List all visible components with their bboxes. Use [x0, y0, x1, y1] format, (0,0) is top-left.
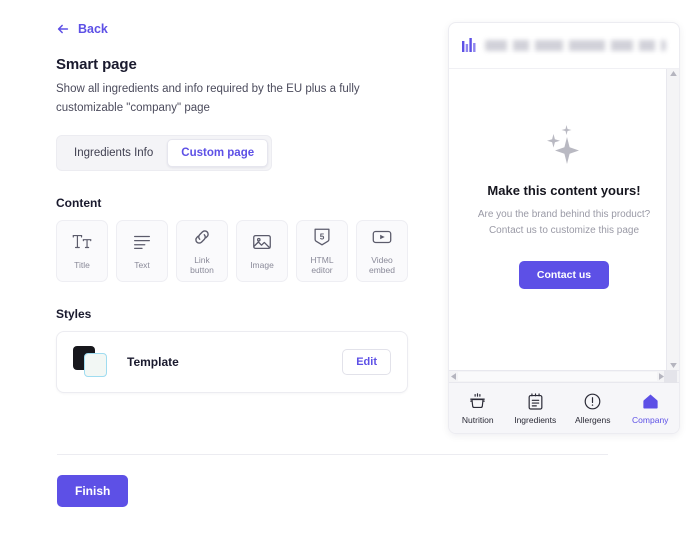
text-lines-icon	[134, 235, 150, 250]
preview-subtitle: Are you the brand behind this product? C…	[478, 207, 650, 239]
edit-template-button[interactable]: Edit	[342, 348, 391, 375]
nav-item-nutrition[interactable]: Nutrition	[449, 392, 507, 425]
preview-header	[449, 23, 679, 69]
tab-group: Ingredients Info Custom page	[56, 134, 273, 171]
content-block-label: Link button	[190, 254, 214, 276]
content-block-text[interactable]: Text	[116, 219, 168, 282]
scroll-up-arrow-icon[interactable]	[669, 71, 677, 76]
nav-label: Company	[632, 414, 669, 425]
title-icon	[72, 235, 92, 249]
h-scroll-track[interactable]	[458, 372, 657, 381]
arrow-left-icon	[57, 24, 69, 34]
content-block-label: Video embed	[369, 254, 395, 276]
notepad-icon	[528, 392, 543, 410]
footer-divider	[57, 454, 608, 455]
preview-body: Make this content yours! Are you the bra…	[449, 69, 679, 370]
video-play-icon	[372, 230, 392, 243]
preview-bottom-nav: Nutrition Ingredients Allergens Company	[449, 383, 679, 433]
page-subtitle: Show all ingredients and info required b…	[56, 83, 360, 114]
nav-label: Nutrition	[461, 414, 494, 425]
content-block-title[interactable]: Title	[56, 219, 108, 282]
exclamation-circle-icon	[584, 393, 601, 409]
content-block-html-editor[interactable]: 5 HTML editor	[296, 219, 348, 282]
smart-page-editor: Back Smart page Show all ingredients and…	[0, 0, 688, 541]
scrollbar-corner	[664, 370, 677, 383]
content-block-label: Text	[134, 260, 150, 271]
nav-item-ingredients[interactable]: Ingredients	[507, 392, 565, 425]
nav-label: Allergens	[575, 414, 611, 425]
svg-text:5: 5	[320, 232, 325, 241]
content-block-link-button[interactable]: Link button	[176, 219, 228, 282]
image-icon	[253, 235, 271, 250]
link-icon	[195, 230, 209, 244]
content-block-image[interactable]: Image	[236, 219, 288, 282]
preview-headline: Make this content yours!	[487, 182, 641, 198]
content-block-label: Title	[74, 260, 90, 271]
content-block-video-embed[interactable]: Video embed	[356, 219, 408, 282]
tab-custom-page[interactable]: Custom page	[167, 138, 269, 167]
preview-subtitle-line1: Are you the brand behind this product?	[477, 208, 651, 220]
finish-button[interactable]: Finish	[57, 475, 129, 507]
tab-ingredients-info[interactable]: Ingredients Info	[60, 139, 167, 167]
phone-preview: Make this content yours! Are you the bra…	[448, 22, 680, 434]
bar-chart-logo-icon	[462, 37, 476, 52]
template-name: Template	[127, 354, 179, 369]
html5-icon: 5	[314, 228, 330, 246]
content-blocks: Title Text Link button Image 5 HTML edit…	[56, 219, 408, 282]
nav-label: Ingredients	[514, 414, 557, 425]
nav-item-allergens[interactable]: Allergens	[564, 392, 622, 425]
preview-subtitle-line2: Contact us to customize this page	[488, 224, 640, 236]
scroll-down-arrow-icon[interactable]	[669, 363, 677, 368]
cooking-pot-icon	[470, 392, 486, 408]
content-section-label: Content	[56, 195, 102, 210]
back-link[interactable]: Back	[56, 22, 108, 36]
preview-vertical-scrollbar[interactable]	[666, 69, 679, 370]
nav-item-company[interactable]: Company	[622, 392, 680, 425]
page-title: Smart page	[56, 56, 137, 73]
content-block-label: HTML editor	[310, 254, 334, 276]
swatch-front-square	[84, 352, 107, 377]
template-row[interactable]: Template Edit	[56, 330, 408, 393]
preview-horizontal-scrollbar[interactable]	[449, 370, 679, 383]
sparkles-icon	[547, 124, 579, 164]
content-block-label: Image	[250, 260, 274, 271]
home-icon	[643, 394, 658, 408]
editor-panel: Back Smart page Show all ingredients and…	[56, 22, 408, 393]
contact-us-button[interactable]: Contact us	[518, 260, 610, 289]
back-label: Back	[78, 22, 108, 36]
styles-section-label: Styles	[56, 306, 92, 321]
preview-title-blurred	[485, 40, 666, 51]
template-swatch-icon	[73, 345, 109, 378]
scroll-left-arrow-icon[interactable]	[451, 373, 456, 380]
